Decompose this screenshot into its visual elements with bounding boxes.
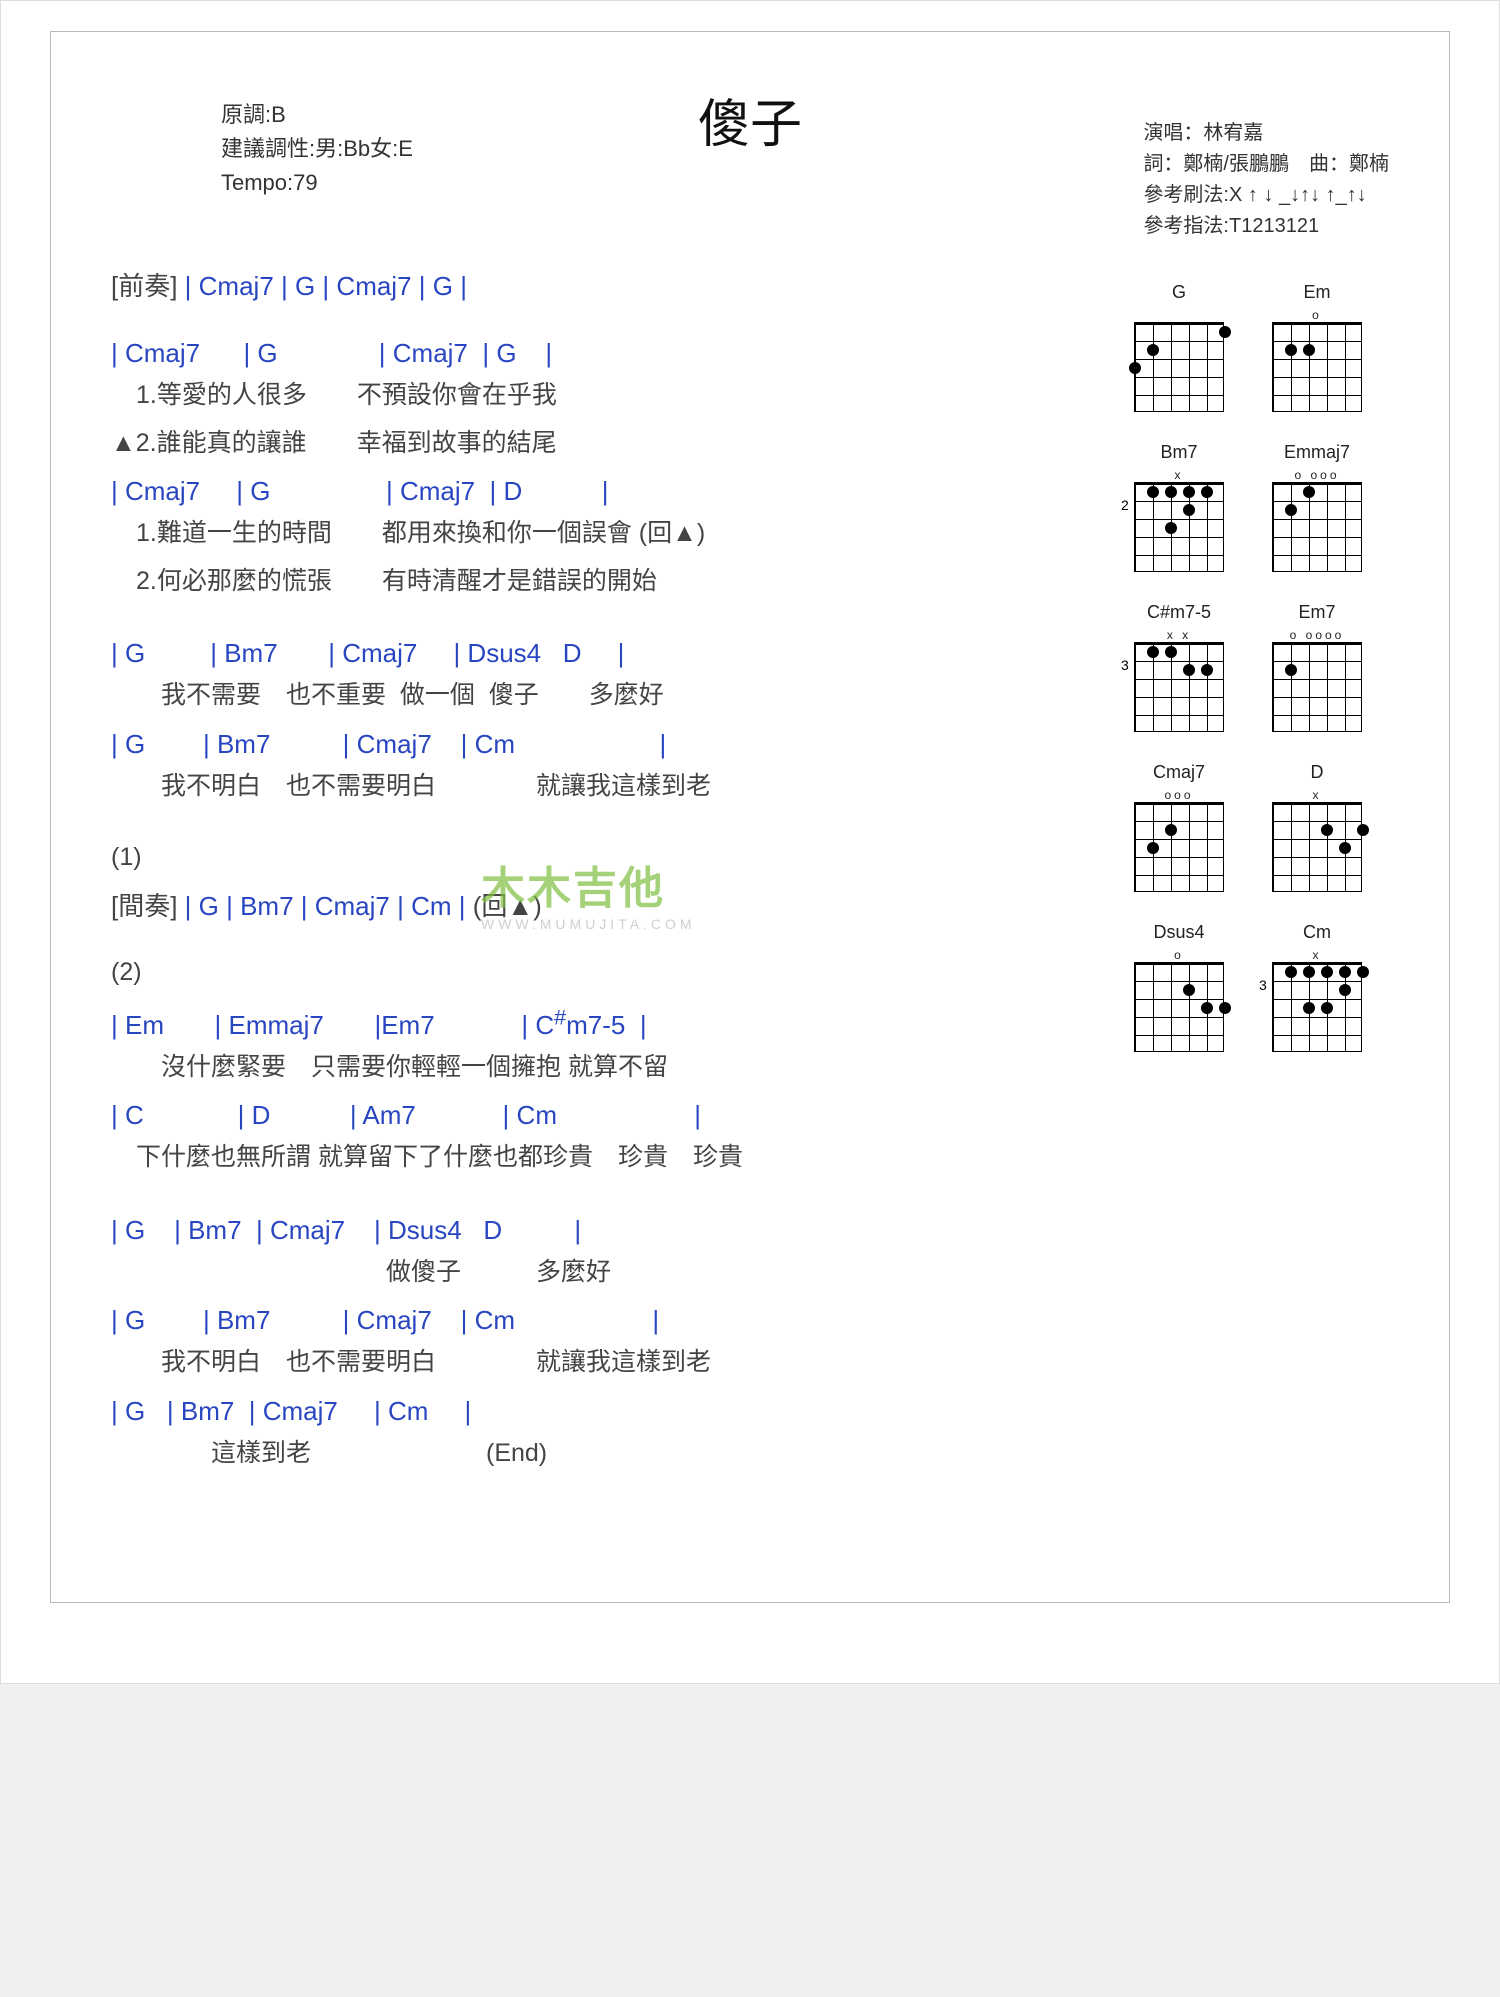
chord-line: | G | Bm7 | Cmaj7 | Dsus4 D | bbox=[111, 634, 1101, 673]
chord-open-marks: x bbox=[1267, 788, 1367, 802]
chord-diagram: Em7 o oooo bbox=[1267, 602, 1367, 732]
chord-name: G bbox=[1129, 282, 1229, 304]
chord-line: | G | Bm7 | Cmaj7 | Dsus4 D | bbox=[111, 1211, 1101, 1250]
chord-grid: 3 bbox=[1134, 642, 1224, 732]
chord-name: Em bbox=[1267, 282, 1367, 304]
lyric-line: 下什麼也無所謂 就算留下了什麼也都珍貴 珍貴 珍貴 bbox=[111, 1139, 1101, 1177]
watermark-logo: 木木吉他 WWW.MUMUJITA.COM bbox=[481, 852, 696, 932]
chord-grid bbox=[1272, 642, 1362, 732]
page-container: 傻子 原調:B 建議調性:男:Bb女:E Tempo:79 演唱：林宥嘉 詞：鄭… bbox=[0, 0, 1500, 1684]
chord-name: Cm bbox=[1267, 922, 1367, 944]
chord-open-marks: o ooo bbox=[1267, 468, 1367, 482]
chord-open-marks: o bbox=[1267, 308, 1367, 322]
meta-tempo: Tempo:79 bbox=[221, 166, 413, 200]
chord-line: | C | D | Am7 | Cm | bbox=[111, 1096, 1101, 1135]
intro-line: [前奏] | Cmaj7 | G | Cmaj7 | G | bbox=[111, 267, 1101, 306]
meta-right: 演唱：林宥嘉 詞：鄭楠/張鵬鵬 曲：鄭楠 參考刷法:X ↑ ↓ _↓↑↓ ↑_↑… bbox=[1143, 118, 1389, 242]
lyric-line: 1.難道一生的時間 都用來換和你一個誤會 (回▲) bbox=[111, 515, 1101, 553]
chord-grid bbox=[1134, 962, 1224, 1052]
chord-diagram: Em o bbox=[1267, 282, 1367, 412]
meta-singer: 演唱：林宥嘉 bbox=[1143, 118, 1389, 149]
chord-grid bbox=[1272, 322, 1362, 412]
chord-diagram: Cmaj7 ooo bbox=[1129, 762, 1229, 892]
chord-name: Bm7 bbox=[1129, 442, 1229, 464]
chord-open-marks: x bbox=[1129, 468, 1229, 482]
meta-left: 原調:B 建議調性:男:Bb女:E Tempo:79 bbox=[221, 98, 413, 200]
chord-name: Emmaj7 bbox=[1267, 442, 1367, 464]
chord-name: D bbox=[1267, 762, 1367, 784]
chord-grid bbox=[1134, 802, 1224, 892]
chord-grid bbox=[1134, 322, 1224, 412]
chord-line: | Cmaj7 | G | Cmaj7 | D | bbox=[111, 472, 1101, 511]
chord-line: | G | Bm7 | Cmaj7 | Cm | bbox=[111, 1392, 1101, 1431]
chord-open-marks bbox=[1129, 308, 1229, 322]
chord-diagram: Emmaj7 o ooo bbox=[1267, 442, 1367, 572]
chord-name: C#m7-5 bbox=[1129, 602, 1229, 624]
chord-diagram-panel: GEmoBm7x2Emmaj7o oooC#m7-5x x3Em7o ooooC… bbox=[1129, 282, 1389, 1082]
chord-grid: 3 bbox=[1272, 962, 1362, 1052]
lyric-line: 沒什麼緊要 只需要你輕輕一個擁抱 就算不留 bbox=[111, 1049, 1101, 1087]
chord-diagram: Dsus4 o bbox=[1129, 922, 1229, 1052]
lyric-line: 我不明白 也不需要明白 就讓我這樣到老 bbox=[111, 768, 1101, 806]
chord-diagram: Cm x3 bbox=[1267, 922, 1367, 1052]
lyric-line: 這樣到老 (End) bbox=[111, 1435, 1101, 1473]
chord-open-marks: o bbox=[1129, 948, 1229, 962]
meta-suggest: 建議調性:男:Bb女:E bbox=[221, 132, 413, 166]
chord-open-marks: x x bbox=[1129, 628, 1229, 642]
chord-open-marks: ooo bbox=[1129, 788, 1229, 802]
lyric-line: 1.等愛的人很多 不預設你會在乎我 bbox=[111, 377, 1101, 415]
chord-grid bbox=[1272, 802, 1362, 892]
chord-grid: 2 bbox=[1134, 482, 1224, 572]
meta-writer: 詞：鄭楠/張鵬鵬 曲：鄭楠 bbox=[1143, 149, 1389, 180]
lyric-line: 我不需要 也不重要 做一個 傻子 多麼好 bbox=[111, 677, 1101, 715]
chord-open-marks: o oooo bbox=[1267, 628, 1367, 642]
lyric-line: 我不明白 也不需要明白 就讓我這樣到老 bbox=[111, 1344, 1101, 1382]
chord-diagram: Dx bbox=[1267, 762, 1367, 892]
chord-sheet: 傻子 原調:B 建議調性:男:Bb女:E Tempo:79 演唱：林宥嘉 詞：鄭… bbox=[50, 31, 1450, 1603]
chord-diagram: G bbox=[1129, 282, 1229, 412]
chord-line: | Cmaj7 | G | Cmaj7 | G | bbox=[111, 334, 1101, 373]
meta-strum: 參考刷法:X ↑ ↓ _↓↑↓ ↑_↑↓ bbox=[1143, 180, 1389, 211]
chord-line: | G | Bm7 | Cmaj7 | Cm | bbox=[111, 1301, 1101, 1340]
section-2-label: (2) bbox=[111, 954, 1101, 992]
chord-line: | Em | Emmaj7 |Em7 | C#m7-5 | bbox=[111, 1001, 1101, 1045]
chord-diagram: Bm7 x2 bbox=[1129, 442, 1229, 572]
chord-name: Em7 bbox=[1267, 602, 1367, 624]
chord-name: Dsus4 bbox=[1129, 922, 1229, 944]
chord-name: Cmaj7 bbox=[1129, 762, 1229, 784]
chord-diagram: C#m7-5 x x3 bbox=[1129, 602, 1229, 732]
lyric-line: 2.何必那麼的慌張 有時清醒才是錯誤的開始 bbox=[111, 563, 1101, 601]
meta-finger: 參考指法:T1213121 bbox=[1143, 211, 1389, 242]
chord-open-marks: x bbox=[1267, 948, 1367, 962]
chord-grid bbox=[1272, 482, 1362, 572]
lyric-line: 做傻子 多麼好 bbox=[111, 1254, 1101, 1292]
meta-key: 原調:B bbox=[221, 98, 413, 132]
chord-line: | G | Bm7 | Cmaj7 | Cm | bbox=[111, 725, 1101, 764]
lyric-line: ▲2.誰能真的讓誰 幸福到故事的結尾 bbox=[111, 425, 1101, 463]
